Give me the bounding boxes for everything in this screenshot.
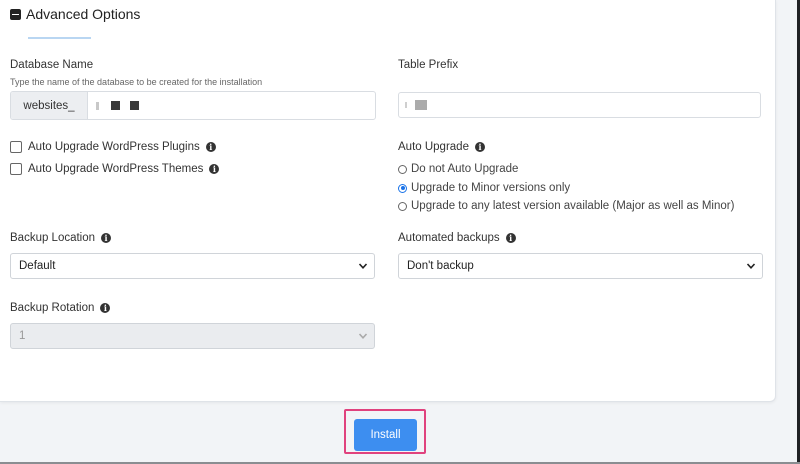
automated-backups-label: Automated backups i bbox=[398, 232, 516, 244]
advanced-options-toggle[interactable]: Advanced Options bbox=[10, 6, 140, 22]
redacted-text bbox=[96, 101, 99, 110]
minus-square-icon[interactable] bbox=[10, 8, 21, 20]
redacted-text bbox=[415, 100, 427, 110]
info-icon[interactable]: i bbox=[209, 164, 220, 174]
radio-button[interactable] bbox=[398, 201, 407, 211]
advanced-options-card: Advanced Options Database Name Type the … bbox=[0, 0, 776, 402]
backup-rotation-value: 1 bbox=[19, 330, 26, 342]
info-icon[interactable]: i bbox=[100, 303, 111, 313]
chevron-down-icon bbox=[746, 263, 756, 269]
redacted-text bbox=[130, 101, 139, 110]
auto-upgrade-themes-option[interactable]: Auto Upgrade WordPress Themes i bbox=[10, 163, 220, 175]
radio-label: Do not Auto Upgrade bbox=[411, 163, 519, 175]
auto-upgrade-plugins-checkbox[interactable] bbox=[10, 141, 22, 153]
auto-upgrade-plugins-option[interactable]: Auto Upgrade WordPress Plugins i bbox=[10, 141, 216, 153]
auto-upgrade-plugins-label: Auto Upgrade WordPress Plugins bbox=[28, 141, 200, 153]
database-name-input[interactable] bbox=[88, 92, 375, 119]
table-prefix-label: Table Prefix bbox=[398, 59, 458, 71]
backup-rotation-select: 1 bbox=[10, 323, 375, 349]
database-name-label-text: Database Name bbox=[10, 59, 94, 71]
install-button[interactable]: Install bbox=[354, 419, 417, 451]
redacted-text bbox=[405, 102, 407, 108]
auto-upgrade-themes-checkbox[interactable] bbox=[10, 163, 22, 175]
chevron-down-icon bbox=[358, 333, 368, 339]
auto-upgrade-label: Auto Upgrade i bbox=[398, 141, 485, 153]
backup-location-select[interactable]: Default bbox=[10, 253, 375, 279]
backup-location-label: Backup Location i bbox=[10, 232, 112, 244]
radio-upgrade-minor[interactable]: Upgrade to Minor versions only bbox=[398, 182, 570, 194]
auto-upgrade-label-text: Auto Upgrade bbox=[398, 141, 469, 153]
automated-backups-select[interactable]: Don't backup bbox=[398, 253, 763, 279]
radio-do-not-auto-upgrade[interactable]: Do not Auto Upgrade bbox=[398, 163, 518, 175]
section-title: Advanced Options bbox=[26, 6, 141, 22]
backup-rotation-label-text: Backup Rotation bbox=[10, 302, 95, 314]
automated-backups-label-text: Automated backups bbox=[398, 232, 500, 244]
radio-label: Upgrade to Minor versions only bbox=[411, 182, 571, 194]
database-name-label: Database Name bbox=[10, 59, 93, 71]
backup-location-label-text: Backup Location bbox=[10, 232, 96, 244]
radio-button[interactable] bbox=[398, 164, 407, 174]
table-prefix-label-text: Table Prefix bbox=[398, 59, 459, 71]
radio-button-selected[interactable] bbox=[398, 183, 407, 193]
radio-upgrade-any[interactable]: Upgrade to any latest version available … bbox=[398, 200, 734, 212]
section-underline bbox=[28, 37, 91, 39]
redacted-text bbox=[111, 101, 120, 110]
radio-label: Upgrade to any latest version available … bbox=[411, 200, 735, 212]
database-name-help: Type the name of the database to be crea… bbox=[10, 77, 263, 87]
info-icon[interactable]: i bbox=[205, 142, 216, 152]
automated-backups-value: Don't backup bbox=[407, 260, 474, 272]
database-prefix-addon: websites_ bbox=[11, 92, 88, 119]
database-name-field[interactable]: websites_ bbox=[10, 91, 376, 120]
info-icon[interactable]: i bbox=[474, 142, 485, 152]
info-icon[interactable]: i bbox=[101, 233, 112, 243]
backup-location-value: Default bbox=[19, 260, 56, 272]
chevron-down-icon bbox=[358, 263, 368, 269]
table-prefix-input[interactable] bbox=[398, 92, 761, 118]
info-icon[interactable]: i bbox=[505, 233, 516, 243]
auto-upgrade-themes-label: Auto Upgrade WordPress Themes bbox=[28, 163, 204, 175]
backup-rotation-label: Backup Rotation i bbox=[10, 302, 111, 314]
